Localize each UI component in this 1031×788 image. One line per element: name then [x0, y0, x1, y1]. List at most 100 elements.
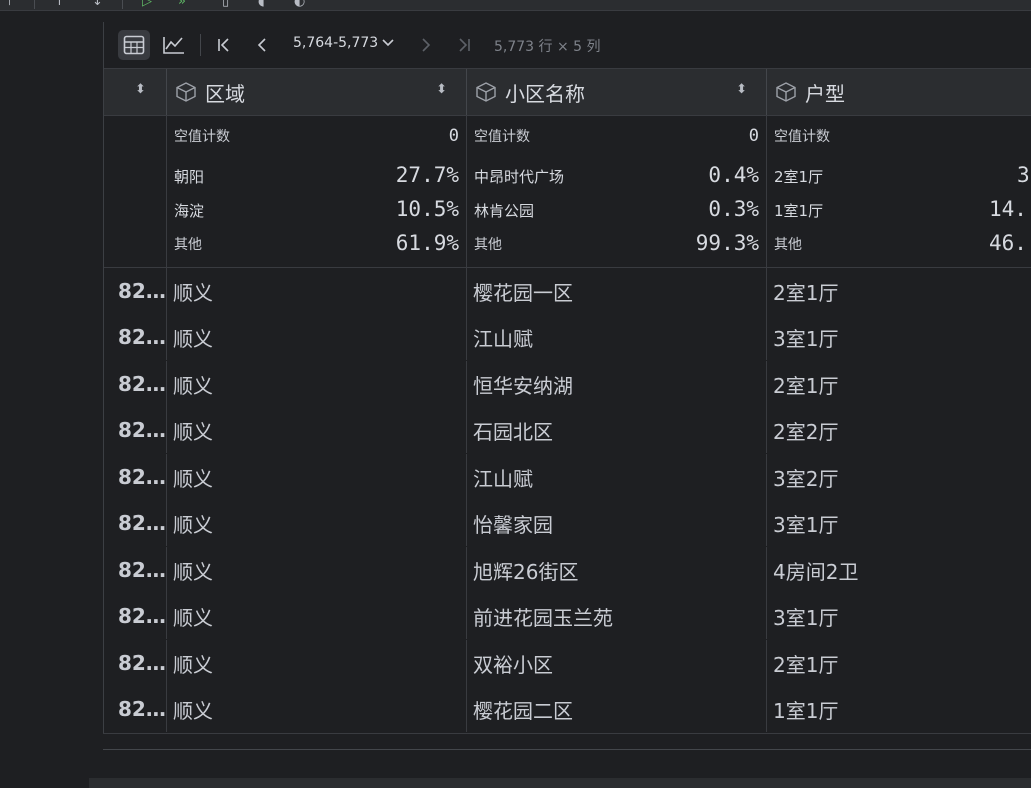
cell-layout[interactable]: 2室1厅 — [766, 361, 1031, 407]
cell-district[interactable]: 顺义 — [166, 268, 467, 314]
column-header[interactable]: 户型 — [766, 69, 1031, 115]
cell-district[interactable]: 顺义 — [166, 407, 467, 453]
other-label: 其他 — [474, 237, 502, 253]
left-gutter — [0, 11, 103, 788]
table-row[interactable]: 82… 顺义 双裕小区 2室1厅 — [104, 640, 1031, 686]
row-index: 82… — [118, 372, 166, 396]
cell-community[interactable]: 樱花园一区 — [466, 268, 767, 314]
cell-text: 2室2厅 — [773, 419, 839, 444]
table-row[interactable]: 82… 顺义 江山赋 3室2厅 — [104, 454, 1031, 500]
sort-icon[interactable]: ⬍ — [736, 82, 747, 97]
toolbar-icon[interactable]: ⊤ — [4, 0, 15, 9]
cell-community[interactable]: 江山赋 — [466, 454, 767, 500]
table-row[interactable]: 82… 顺义 江山赋 3室1厅 — [104, 314, 1031, 360]
chart-view-button[interactable] — [158, 30, 190, 60]
cell-layout[interactable]: 2室2厅 — [766, 407, 1031, 453]
horizontal-scrollbar[interactable] — [103, 733, 1031, 750]
column-stats: 空值计数 0 朝阳 27.7% 海淀 10.5% 其他 61.9% — [166, 116, 467, 267]
sort-icon[interactable]: ⬍ — [135, 82, 146, 97]
toolbar-icon[interactable]: ↑ — [54, 0, 65, 9]
cell-text: 2室1厅 — [773, 652, 839, 677]
row-index: 82… — [118, 418, 166, 442]
cell-community[interactable]: 双裕小区 — [466, 640, 767, 686]
cell-community[interactable]: 樱花园二区 — [466, 686, 767, 732]
column-title: 区域 — [205, 81, 245, 106]
column-stats-row: 空值计数 0 朝阳 27.7% 海淀 10.5% 其他 61.9% 空值计数 0… — [104, 116, 1031, 268]
table-row[interactable]: 82… 顺义 樱花园二区 1室1厅 — [104, 686, 1031, 732]
table-row[interactable]: 82… 顺义 旭辉26街区 4房间2卫 — [104, 547, 1031, 593]
top-value-label: 海淀 — [174, 202, 205, 220]
page-range-label: 5,764-5,773 — [293, 35, 379, 51]
chevron-down-icon — [382, 37, 394, 50]
cell-community[interactable]: 前进花园玉兰苑 — [466, 593, 767, 639]
cell-text: 3室2厅 — [773, 466, 839, 491]
top-value-label: 中昂时代广场 — [474, 168, 565, 186]
cell-district[interactable]: 顺义 — [166, 500, 467, 546]
row-index: 82… — [118, 697, 166, 721]
cell-text: 2室1厅 — [773, 280, 839, 305]
cell-district[interactable]: 顺义 — [166, 593, 467, 639]
cell-district[interactable]: 顺义 — [166, 454, 467, 500]
cell-text: 顺义 — [173, 326, 213, 351]
null-count-label: 空值计数 — [474, 129, 530, 145]
prev-page-button[interactable] — [246, 30, 278, 60]
table-row[interactable]: 82… 顺义 怡馨家园 3室1厅 — [104, 500, 1031, 546]
next-page-button[interactable] — [410, 30, 442, 60]
cell-layout[interactable]: 3室1厅 — [766, 314, 1031, 360]
table-row[interactable]: 82… 顺义 石园北区 2室2厅 — [104, 407, 1031, 453]
null-count-value: 0 — [448, 126, 459, 146]
cell-text: 顺义 — [173, 698, 213, 723]
cell-text: 旭辉26街区 — [473, 559, 579, 584]
run-icon[interactable]: ▷ — [142, 0, 152, 9]
table-row[interactable]: 82… 顺义 前进花园玉兰苑 3室1厅 — [104, 593, 1031, 639]
first-page-button[interactable] — [208, 30, 240, 60]
column-header[interactable]: 区域 ⬍ — [166, 69, 467, 115]
cell-community[interactable]: 怡馨家园 — [466, 500, 767, 546]
cell-community[interactable]: 恒华安纳湖 — [466, 361, 767, 407]
cube-icon — [476, 82, 496, 102]
run-all-icon[interactable]: » — [178, 0, 186, 9]
table-row[interactable]: 82… 顺义 樱花园一区 2室1厅 — [104, 268, 1031, 314]
cell-community[interactable]: 江山赋 — [466, 314, 767, 360]
toolbar-icon[interactable]: ◖ — [258, 0, 265, 9]
cell-text: 4房间2卫 — [773, 559, 859, 584]
cell-text: 顺义 — [173, 373, 213, 398]
cell-layout[interactable]: 4房间2卫 — [766, 547, 1031, 593]
cell-layout[interactable]: 2室1厅 — [766, 268, 1031, 314]
table-row[interactable]: 82… 顺义 恒华安纳湖 2室1厅 — [104, 361, 1031, 407]
cell-layout[interactable]: 3室1厅 — [766, 500, 1031, 546]
toolbar-icon[interactable]: ↓ — [92, 0, 103, 9]
top-value-label: 1室1厅 — [774, 202, 824, 220]
cell-layout[interactable]: 2室1厅 — [766, 640, 1031, 686]
cell-district[interactable]: 顺义 — [166, 547, 467, 593]
cell-district[interactable]: 顺义 — [166, 314, 467, 360]
row-index: 82… — [118, 325, 166, 349]
cell-community[interactable]: 石园北区 — [466, 407, 767, 453]
cell-district[interactable]: 顺义 — [166, 361, 467, 407]
table-view-button[interactable] — [118, 30, 150, 60]
null-count-label: 空值计数 — [774, 129, 830, 145]
page-range-selector[interactable]: 5,764-5,773 — [293, 35, 394, 51]
sort-icon[interactable]: ⬍ — [436, 82, 447, 97]
toolbar-icon[interactable]: ▯ — [222, 0, 229, 9]
other-pct: 46. — [989, 231, 1027, 255]
cell-community[interactable]: 旭辉26街区 — [466, 547, 767, 593]
column-header[interactable]: 小区名称 ⬍ — [466, 69, 767, 115]
column-header-row: ⬍ 区域 ⬍ 小区名称 ⬍ 户型 — [104, 69, 1031, 116]
index-column-header[interactable]: ⬍ — [104, 69, 166, 115]
cell-layout[interactable]: 3室2厅 — [766, 454, 1031, 500]
row-index: 82… — [118, 651, 166, 675]
cell-district[interactable]: 顺义 — [166, 686, 467, 732]
toolbar-icon[interactable]: ◐ — [294, 0, 305, 9]
cell-district[interactable]: 顺义 — [166, 640, 467, 686]
column-stats: 空值计数 2室1厅 3 1室1厅 14. 其他 46. — [766, 116, 1031, 267]
row-index: 82… — [118, 604, 166, 628]
first-page-icon — [218, 38, 229, 52]
cell-layout[interactable]: 1室1厅 — [766, 686, 1031, 732]
last-page-button[interactable] — [448, 30, 480, 60]
cell-layout[interactable]: 3室1厅 — [766, 593, 1031, 639]
footer-bar — [89, 778, 1031, 788]
top-value-label: 林肯公园 — [474, 202, 535, 220]
toolbar-separator — [200, 34, 201, 56]
prev-page-icon — [257, 38, 266, 52]
